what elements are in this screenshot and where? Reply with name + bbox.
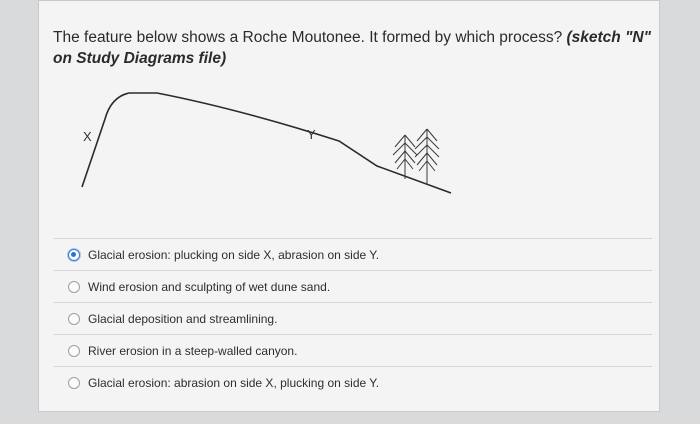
question-card: The feature below shows a Roche Moutonee… [38, 0, 660, 412]
trees-icon [392, 128, 440, 185]
answer-option-label: Wind erosion and sculpting of wet dune s… [88, 279, 331, 294]
radio-button[interactable] [68, 344, 80, 357]
radio-button-selected[interactable] [68, 248, 80, 261]
answer-option[interactable]: Glacial erosion: plucking on side X, abr… [54, 238, 652, 270]
figure-label-y: Y [307, 127, 316, 142]
answer-option-label: Glacial erosion: abrasion on side X, plu… [88, 375, 380, 390]
answer-option-label: Glacial erosion: plucking on side X, abr… [88, 247, 380, 262]
roche-moutonee-diagram [81, 92, 452, 194]
radio-button[interactable] [68, 312, 80, 325]
answer-option[interactable]: Glacial erosion: abrasion on side X, plu… [54, 366, 652, 398]
answer-option[interactable]: Glacial deposition and streamlining. [54, 302, 652, 334]
radio-button[interactable] [68, 280, 80, 293]
answer-option-label: River erosion in a steep-walled canyon. [88, 343, 298, 358]
answer-options: Glacial erosion: plucking on side X, abr… [54, 238, 652, 398]
answer-option[interactable]: River erosion in a steep-walled canyon. [54, 334, 652, 366]
landform-profile-line [81, 92, 452, 194]
radio-button[interactable] [68, 376, 80, 389]
answer-option[interactable]: Wind erosion and sculpting of wet dune s… [54, 270, 652, 302]
answer-option-label: Glacial deposition and streamlining. [88, 311, 278, 326]
figure-label-x: X [83, 129, 92, 144]
